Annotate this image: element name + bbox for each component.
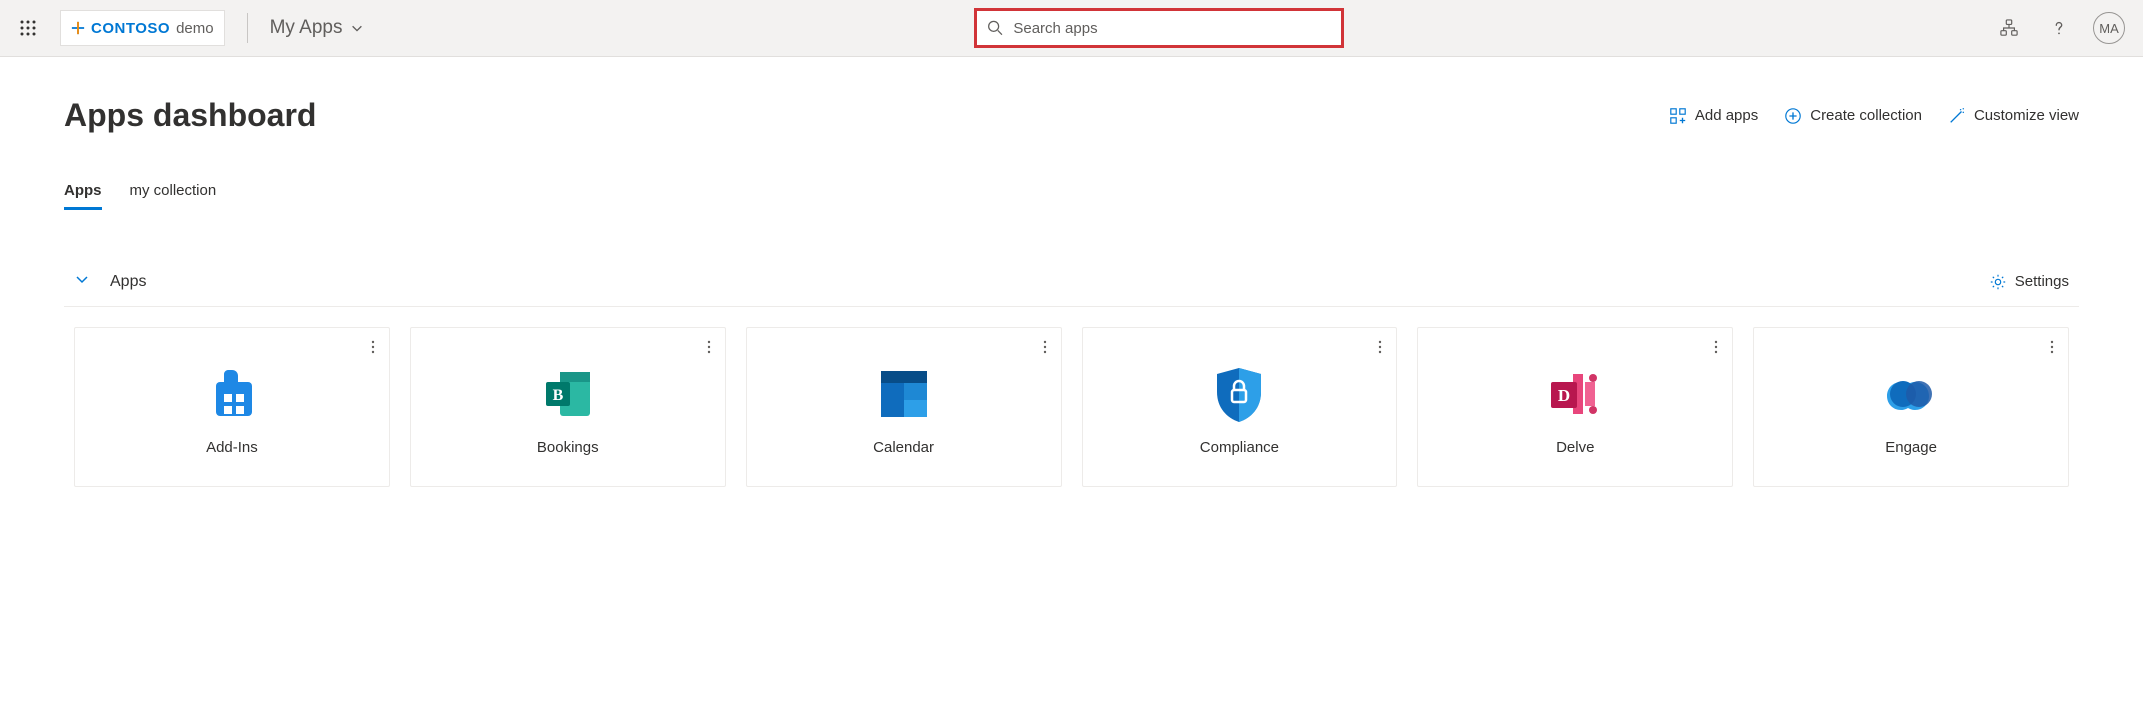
card-more-button[interactable] bbox=[1710, 336, 1722, 363]
main-content: Apps dashboard Add apps Create collectio… bbox=[0, 57, 2143, 527]
addins-icon bbox=[202, 359, 262, 429]
section-header: Apps Settings bbox=[64, 271, 2079, 307]
section-title: Apps bbox=[110, 273, 146, 291]
card-more-button[interactable] bbox=[1039, 336, 1051, 363]
search-input[interactable] bbox=[1013, 20, 1330, 37]
myapps-dropdown-label: My Apps bbox=[270, 17, 343, 39]
title-actions: Add apps Create collection Customize vie… bbox=[1669, 107, 2079, 125]
create-collection-button[interactable]: Create collection bbox=[1784, 107, 1922, 125]
org-brand: CONTOSO bbox=[91, 20, 170, 37]
gear-icon bbox=[1989, 273, 2007, 291]
customize-view-label: Customize view bbox=[1974, 107, 2079, 124]
contoso-icon bbox=[71, 21, 85, 35]
collapse-toggle[interactable] bbox=[74, 271, 90, 292]
app-label: Compliance bbox=[1200, 439, 1279, 456]
svg-text:D: D bbox=[1558, 386, 1570, 405]
app-card-delve[interactable]: D Delve bbox=[1417, 327, 1733, 487]
more-vertical-icon bbox=[1714, 340, 1718, 354]
app-card-bookings[interactable]: B Bookings bbox=[410, 327, 726, 487]
add-apps-icon bbox=[1669, 107, 1687, 125]
chevron-down-icon bbox=[74, 271, 90, 287]
calendar-icon bbox=[877, 359, 931, 429]
card-more-button[interactable] bbox=[1374, 336, 1386, 363]
app-card-addins[interactable]: Add-Ins bbox=[74, 327, 390, 487]
card-more-button[interactable] bbox=[703, 336, 715, 363]
plus-circle-icon bbox=[1784, 107, 1802, 125]
add-apps-button[interactable]: Add apps bbox=[1669, 107, 1758, 125]
search-icon bbox=[987, 19, 1004, 37]
myapps-dropdown[interactable]: My Apps bbox=[270, 17, 365, 39]
settings-label: Settings bbox=[2015, 273, 2069, 290]
compliance-icon bbox=[1212, 359, 1266, 429]
app-label: Add-Ins bbox=[206, 439, 258, 456]
app-launcher-icon[interactable] bbox=[8, 8, 48, 48]
help-icon[interactable] bbox=[2043, 12, 2075, 44]
avatar[interactable]: MA bbox=[2093, 12, 2125, 44]
add-apps-label: Add apps bbox=[1695, 107, 1758, 124]
org-logo: CONTOSO demo bbox=[60, 10, 225, 46]
search-box[interactable] bbox=[974, 8, 1344, 48]
app-label: Bookings bbox=[537, 439, 599, 456]
divider bbox=[247, 13, 248, 43]
app-card-calendar[interactable]: Calendar bbox=[746, 327, 1062, 487]
chevron-down-icon bbox=[350, 21, 364, 35]
more-vertical-icon bbox=[1378, 340, 1382, 354]
svg-text:B: B bbox=[552, 387, 563, 404]
app-card-engage[interactable]: Engage bbox=[1753, 327, 2069, 487]
tab-my-collection[interactable]: my collection bbox=[130, 182, 217, 210]
card-more-button[interactable] bbox=[367, 336, 379, 363]
more-vertical-icon bbox=[2050, 340, 2054, 354]
card-more-button[interactable] bbox=[2046, 336, 2058, 363]
app-label: Calendar bbox=[873, 439, 934, 456]
org-brand-suffix: demo bbox=[176, 20, 214, 37]
bookings-icon: B bbox=[538, 359, 598, 429]
app-label: Engage bbox=[1885, 439, 1937, 456]
org-chart-icon[interactable] bbox=[1993, 12, 2025, 44]
delve-icon: D bbox=[1545, 359, 1605, 429]
more-vertical-icon bbox=[707, 340, 711, 354]
apps-grid: Add-Ins B Bookings Calendar bbox=[64, 327, 2079, 487]
app-card-compliance[interactable]: Compliance bbox=[1082, 327, 1398, 487]
app-header: CONTOSO demo My Apps MA bbox=[0, 0, 2143, 57]
tabs: Apps my collection bbox=[64, 182, 2079, 211]
wand-icon bbox=[1948, 107, 1966, 125]
page-title: Apps dashboard bbox=[64, 97, 316, 134]
engage-icon bbox=[1881, 359, 1941, 429]
more-vertical-icon bbox=[371, 340, 375, 354]
app-label: Delve bbox=[1556, 439, 1594, 456]
create-collection-label: Create collection bbox=[1810, 107, 1922, 124]
header-right: MA bbox=[1993, 12, 2135, 44]
avatar-initials: MA bbox=[2099, 21, 2119, 36]
settings-button[interactable]: Settings bbox=[1989, 273, 2069, 291]
customize-view-button[interactable]: Customize view bbox=[1948, 107, 2079, 125]
tab-apps[interactable]: Apps bbox=[64, 182, 102, 210]
title-row: Apps dashboard Add apps Create collectio… bbox=[64, 97, 2079, 134]
more-vertical-icon bbox=[1043, 340, 1047, 354]
